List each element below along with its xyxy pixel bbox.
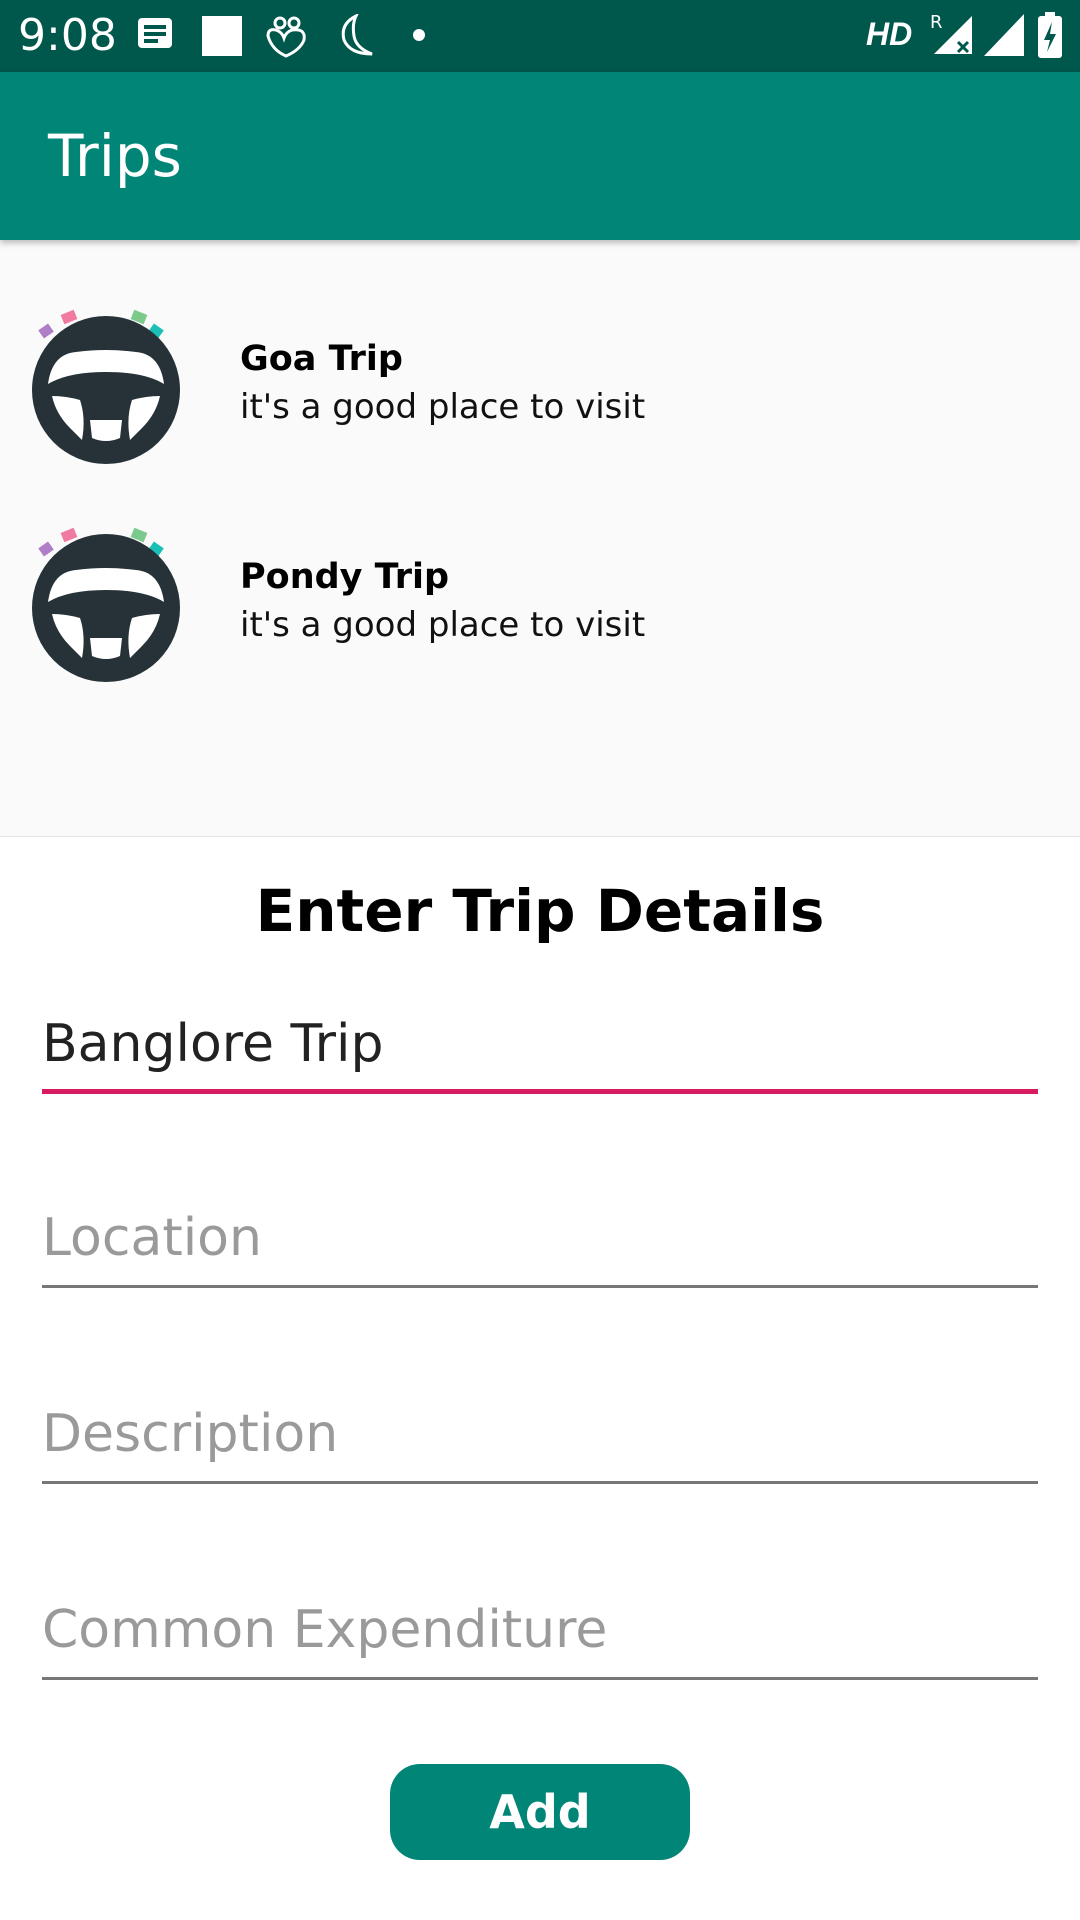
- trip-name-underline: [42, 1089, 1038, 1094]
- trip-description: it's a good place to visit: [240, 387, 646, 427]
- location-field: [42, 1192, 1038, 1288]
- steering-wheel-icon: [26, 522, 186, 682]
- add-button[interactable]: Add: [390, 1764, 690, 1860]
- trip-name: Pondy Trip: [240, 557, 450, 597]
- steering-wheel-icon: [26, 304, 186, 464]
- trip-list: Goa Trip it's a good place to visit Pond…: [0, 240, 1080, 837]
- hearts-icon: [262, 14, 312, 65]
- trip-name: Goa Trip: [240, 339, 403, 379]
- description-field: [42, 1388, 1038, 1484]
- expenditure-field: [42, 1584, 1038, 1680]
- location-input[interactable]: [42, 1192, 1038, 1284]
- status-time: 9:08: [18, 10, 117, 61]
- list-item[interactable]: Goa Trip it's a good place to visit: [0, 240, 1080, 464]
- app-bar: Trips: [0, 72, 1080, 240]
- signal-icon: [982, 12, 1026, 63]
- moon-icon: [334, 12, 378, 63]
- list-item[interactable]: Pondy Trip it's a good place to visit: [0, 458, 1080, 682]
- trip-name-input[interactable]: [42, 998, 1038, 1090]
- status-bar: 9:08 HD R: [0, 0, 1080, 72]
- square-icon: [200, 14, 244, 63]
- signal-roaming-icon: R: [928, 10, 976, 63]
- location-underline: [42, 1285, 1038, 1288]
- dot-icon: [412, 28, 426, 47]
- expenditure-input[interactable]: [42, 1584, 1038, 1676]
- page-title: Trips: [48, 122, 182, 190]
- description-underline: [42, 1481, 1038, 1484]
- expenditure-underline: [42, 1677, 1038, 1680]
- notes-icon: [136, 14, 176, 59]
- trip-name-field: [42, 998, 1038, 1094]
- trip-description: it's a good place to visit: [240, 605, 646, 645]
- network-label: HD: [866, 16, 913, 52]
- form-title: Enter Trip Details: [255, 877, 825, 945]
- roaming-label: R: [930, 12, 943, 33]
- description-input[interactable]: [42, 1388, 1038, 1480]
- battery-charging-icon: [1036, 12, 1064, 65]
